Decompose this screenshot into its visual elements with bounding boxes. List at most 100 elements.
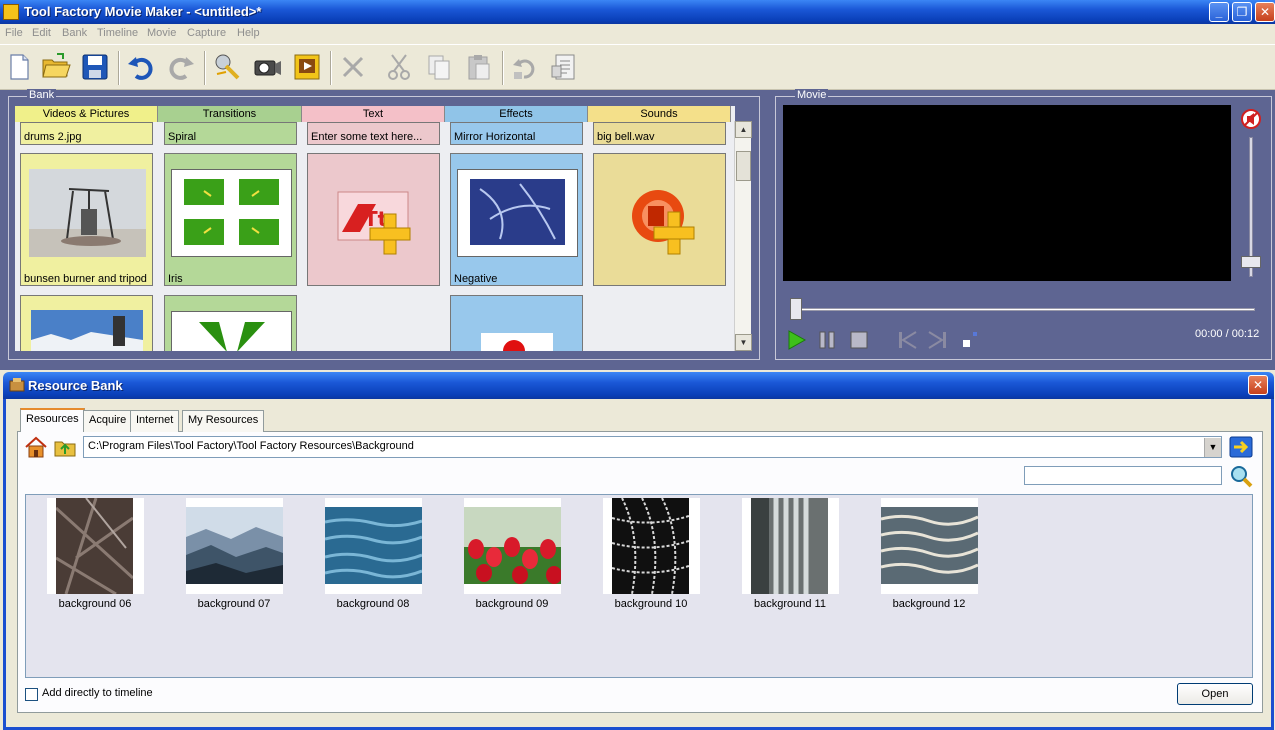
toolbar-separator: [204, 51, 206, 85]
toolbar: [0, 44, 1275, 90]
background-06-thumbnail: [56, 498, 133, 594]
bank-item[interactable]: [20, 295, 153, 351]
resource-item[interactable]: [186, 498, 283, 594]
resource-item-label: background 08: [336, 598, 410, 610]
scroll-thumb[interactable]: [736, 151, 751, 181]
new-document-icon[interactable]: [2, 50, 36, 84]
properties-icon[interactable]: [548, 50, 582, 84]
background-11-thumbnail: [751, 498, 828, 594]
resource-item[interactable]: [742, 498, 839, 594]
bank-header-text[interactable]: Text: [302, 106, 445, 122]
bank-item[interactable]: [450, 295, 583, 351]
minimize-button[interactable]: _: [1209, 2, 1229, 22]
movie-preview[interactable]: [783, 105, 1231, 281]
pause-icon[interactable]: [816, 329, 838, 351]
tab-my-resources[interactable]: My Resources: [182, 410, 265, 432]
camera-icon[interactable]: [250, 50, 284, 84]
bank-item[interactable]: Enter some text here...: [307, 122, 440, 145]
resource-bank-title-bar[interactable]: Resource Bank ✕: [3, 372, 1274, 399]
menu-file[interactable]: File: [5, 27, 23, 39]
home-icon[interactable]: [24, 436, 48, 458]
resource-bank-close-button[interactable]: ✕: [1248, 375, 1268, 395]
path-dropdown-button[interactable]: ▼: [1204, 438, 1221, 457]
resource-item-label: background 09: [475, 598, 549, 610]
title-bar[interactable]: Tool Factory Movie Maker - <untitled>* _…: [0, 0, 1275, 24]
undo-edit-icon[interactable]: [508, 50, 542, 84]
bank-item[interactable]: Iris: [164, 153, 297, 286]
undo-icon[interactable]: [124, 50, 158, 84]
resource-item[interactable]: [325, 498, 422, 594]
bank-item[interactable]: drums 2.jpg: [20, 122, 153, 145]
bank-item[interactable]: [593, 153, 726, 286]
bank-group-label: Bank: [27, 89, 57, 101]
bank-header-videos[interactable]: Videos & Pictures: [15, 106, 158, 122]
play-icon[interactable]: [785, 329, 807, 351]
scroll-down-button[interactable]: ▼: [735, 334, 752, 351]
path-input[interactable]: C:\Program Files\Tool Factory\Tool Facto…: [83, 436, 1222, 458]
go-arrow-icon[interactable]: [1229, 436, 1253, 458]
slideshow-icon[interactable]: [290, 50, 324, 84]
skip-forward-icon[interactable]: [927, 329, 949, 351]
background-10-thumbnail: [612, 498, 689, 594]
bank-item[interactable]: Spiral: [164, 122, 297, 145]
paste-icon[interactable]: [462, 50, 496, 84]
open-button[interactable]: Open: [1177, 683, 1253, 705]
bank-scrollbar[interactable]: ▲ ▼: [734, 121, 752, 351]
bank-item[interactable]: bunsen burner and tripod: [20, 153, 153, 286]
up-folder-icon[interactable]: [53, 436, 77, 458]
menu-bank[interactable]: Bank: [62, 27, 87, 39]
delete-icon[interactable]: [336, 50, 370, 84]
resource-item[interactable]: [464, 498, 561, 594]
menu-edit[interactable]: Edit: [32, 27, 51, 39]
app-icon: [3, 4, 19, 20]
save-icon[interactable]: [78, 50, 112, 84]
menu-movie[interactable]: Movie: [147, 27, 176, 39]
bank-item[interactable]: Mirror Horizontal: [450, 122, 583, 145]
bank-item[interactable]: Negative: [450, 153, 583, 286]
restore-button[interactable]: ❐: [1232, 2, 1252, 22]
add-sound-icon: [632, 190, 695, 255]
wizard-icon[interactable]: [210, 50, 244, 84]
resource-item[interactable]: [47, 498, 144, 594]
toolbar-separator: [502, 51, 504, 85]
bank-header-transitions[interactable]: Transitions: [158, 106, 302, 122]
menu-bar: File Edit Bank Timeline Movie Capture He…: [0, 24, 1275, 44]
add-to-timeline-label: Add directly to timeline: [42, 687, 153, 699]
seek-track[interactable]: [791, 308, 1255, 311]
fullscreen-icon[interactable]: [960, 329, 982, 351]
resource-item-label: background 11: [754, 598, 826, 610]
tab-acquire[interactable]: Acquire: [83, 410, 133, 432]
menu-help[interactable]: Help: [237, 27, 260, 39]
cut-icon[interactable]: [382, 50, 416, 84]
bank-item[interactable]: Tt: [307, 153, 440, 286]
menu-capture[interactable]: Capture: [187, 27, 226, 39]
open-folder-icon[interactable]: [39, 50, 73, 84]
resource-bank-title: Resource Bank: [28, 378, 123, 393]
search-input[interactable]: [1024, 466, 1222, 485]
bank-item[interactable]: big bell.wav: [593, 122, 726, 145]
mute-icon[interactable]: [1240, 108, 1262, 130]
copy-icon[interactable]: [422, 50, 456, 84]
bank-item[interactable]: [164, 295, 297, 351]
resource-item[interactable]: [881, 498, 978, 594]
mountain-climber-thumbnail: [31, 310, 143, 351]
resource-item[interactable]: [603, 498, 700, 594]
bank-header-effects[interactable]: Effects: [445, 106, 588, 122]
resource-item-label: background 07: [197, 598, 271, 610]
add-to-timeline-checkbox[interactable]: [25, 688, 38, 701]
menu-timeline[interactable]: Timeline: [97, 27, 138, 39]
seek-slider-thumb[interactable]: [790, 298, 802, 320]
close-button[interactable]: ✕: [1255, 2, 1275, 22]
redo-icon[interactable]: [164, 50, 198, 84]
search-icon[interactable]: [1228, 464, 1254, 488]
tab-resources[interactable]: Resources: [20, 408, 85, 432]
background-08-thumbnail: [325, 507, 422, 584]
scroll-up-button[interactable]: ▲: [735, 121, 752, 138]
resource-bank-icon: [9, 378, 25, 392]
resource-item-label: background 12: [892, 598, 966, 610]
stop-icon[interactable]: [848, 329, 870, 351]
volume-slider-thumb[interactable]: [1241, 256, 1261, 268]
bank-header-sounds[interactable]: Sounds: [588, 106, 731, 122]
skip-back-icon[interactable]: [896, 329, 918, 351]
tab-internet[interactable]: Internet: [130, 410, 180, 432]
